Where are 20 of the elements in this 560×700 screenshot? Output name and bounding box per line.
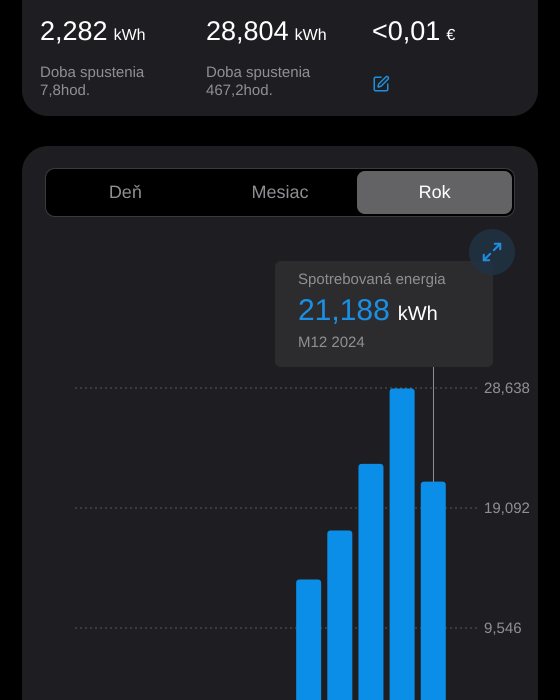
stat-sublabel: 467,2hod. — [206, 82, 274, 100]
stat-value: <0,01 — [372, 18, 440, 45]
stat-value: 28,804 — [206, 18, 289, 45]
stat-sublabel: 7,8hod. — [40, 82, 92, 100]
tooltip-unit: kWh — [398, 302, 438, 327]
axis-tick-label: 28,638 — [484, 380, 530, 397]
stat-label: Doba spustenia — [206, 64, 312, 82]
tooltip-value: 21,188 — [298, 293, 390, 329]
tooltip-period: M12 2024 — [298, 333, 366, 353]
axis-tick-label: 19,092 — [484, 500, 530, 517]
stat-unit: € — [446, 28, 456, 44]
stat-unit: kWh — [294, 28, 327, 44]
tab[interactable]: Deň — [48, 171, 203, 214]
tab[interactable]: Mesiac — [202, 171, 358, 214]
tooltip-title: Spotrebovaná energia — [298, 270, 447, 290]
tab[interactable]: Rok — [357, 171, 512, 214]
stat-label: Doba spustenia — [40, 64, 146, 82]
stat-value: 2,282 — [40, 18, 108, 45]
axis-tick-label: 9,546 — [484, 620, 522, 637]
stat-unit: kWh — [114, 28, 146, 44]
